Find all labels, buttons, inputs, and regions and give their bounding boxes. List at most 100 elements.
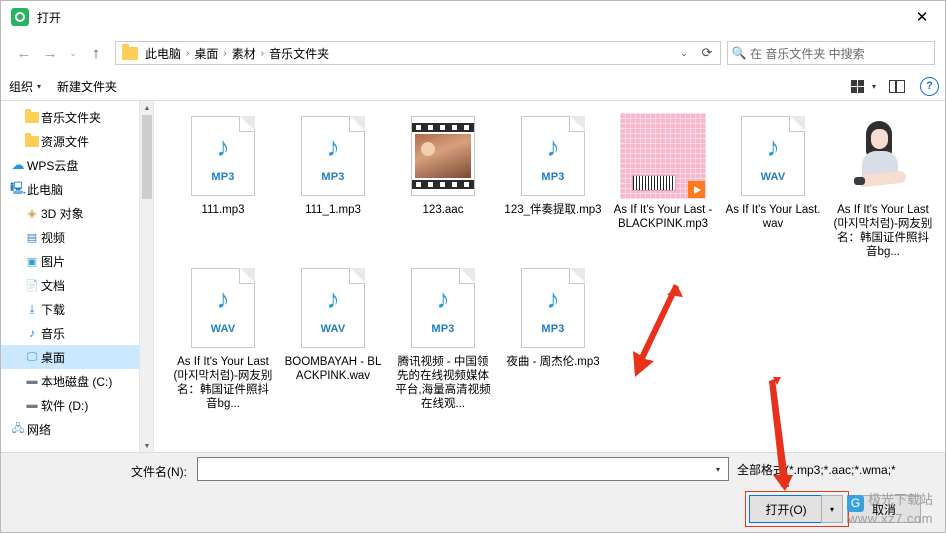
window-title: 打开 [37,9,61,26]
sidebar-item-desktop[interactable]: 🖵 桌面 [1,345,153,369]
file-item[interactable]: 123.aac [388,113,498,259]
breadcrumb-item-3[interactable]: 音乐文件夹 [267,45,331,62]
sidebar-item-downloads[interactable]: ⤓ 下载 [1,297,153,321]
dialog-body: 音乐文件夹 资源文件 ☁ WPS云盘 🖳 此电脑 ◈ 3D 对象 [1,101,945,453]
sidebar-item-wps-cloud[interactable]: ☁ WPS云盘 [1,153,153,177]
file-format-label: WAV [302,323,364,335]
logo-icon: G [847,495,864,512]
breadcrumb-item-2[interactable]: 素材 [230,45,258,62]
refresh-icon[interactable]: ⟳ [696,42,718,64]
scrollbar-thumb[interactable] [142,115,152,199]
picture-icon: ▣ [23,255,41,268]
wav-file-icon: ♪WAV [290,265,376,351]
sidebar-item-this-pc[interactable]: 🖳 此电脑 [1,177,153,201]
file-format-label: MP3 [302,171,364,183]
file-name: As If It's Your Last(마지막처럼)-网友别名：韩国证件照抖音… [173,355,273,411]
sidebar-scrollbar[interactable]: ▲ ▼ [139,101,153,453]
drive-icon: ▬ [23,399,41,411]
file-name: As If It's Your Last(마지막처럼)-网友别名：韩国证件照抖音… [833,203,933,259]
file-item[interactable]: ♪WAV BOOMBAYAH - BLACKPINK.wav [278,265,388,411]
video-icon: ▤ [23,231,41,244]
album-art-icon [620,113,706,199]
sidebar-item-music[interactable]: ♪ 音乐 [1,321,153,345]
sidebar-item-network[interactable]: 🖧 网络 [1,417,153,441]
new-folder-label: 新建文件夹 [57,78,117,95]
watermark-line-2: www.xz7.com [847,512,933,526]
forward-button[interactable]: → [37,40,63,66]
file-format-label: MP3 [192,171,254,183]
breadcrumb[interactable]: 此电脑 › 桌面 › 素材 › 音乐文件夹 ⌄ ⟳ [115,41,721,65]
grid-view-icon [851,80,864,93]
scroll-up-icon[interactable]: ▲ [140,101,154,115]
folder-icon [122,47,138,60]
file-type-filter[interactable]: 全部格式(*.mp3;*.aac;*.wma;* [737,457,923,481]
sidebar-item-resource-files[interactable]: 资源文件 [1,129,153,153]
file-item[interactable]: As If It's Your Last - BLACKPINK.mp3 [608,113,718,259]
file-item[interactable]: ♪WAV As If It's Your Last(마지막처럼)-网友别名：韩国… [168,265,278,411]
file-item[interactable]: ♪WAV As If It's Your Last.wav [718,113,828,259]
chevron-down-icon[interactable]: ▾ [708,458,728,480]
view-mode-button[interactable] [845,75,871,97]
search-input[interactable]: 🔍 在 音乐文件夹 中搜索 [727,41,935,65]
sidebar-item-software-d[interactable]: ▬ 软件 (D:) [1,393,153,417]
recent-locations-button[interactable]: ⌄ [63,40,83,66]
file-format-label: MP3 [412,323,474,335]
file-format-label: MP3 [522,171,584,183]
watermark: G极光下载站 www.xz7.com [847,493,933,526]
file-name: As If It's Your Last - BLACKPINK.mp3 [613,203,713,231]
chevron-down-icon[interactable]: ▾ [872,82,876,91]
search-placeholder: 在 音乐文件夹 中搜索 [750,45,865,62]
computer-icon: 🖳 [9,179,27,200]
music-icon: ♪ [23,326,41,340]
navigation-bar: ← → ⌄ ↑ 此电脑 › 桌面 › 素材 › 音乐文件夹 ⌄ ⟳ 🔍 在 音乐… [1,34,945,72]
file-item[interactable]: As If It's Your Last(마지막처럼)-网友别名：韩国证件照抖音… [828,113,938,259]
new-folder-button[interactable]: 新建文件夹 [57,78,117,95]
file-name: As If It's Your Last.wav [723,203,823,231]
file-item[interactable]: ♪MP3 腾讯视频 - 中国领先的在线视频媒体平台,海量高清视频在线观... [388,265,498,411]
cloud-icon: ☁ [9,157,27,173]
sidebar-item-local-disk-c[interactable]: ▬ 本地磁盘 (C:) [1,369,153,393]
cube-icon: ◈ [23,207,41,220]
file-grid: ♪MP3 111.mp3 ♪MP3 111_1.mp3 [168,113,945,417]
open-file-dialog: 打开 ✕ ← → ⌄ ↑ 此电脑 › 桌面 › 素材 › 音乐文件夹 ⌄ ⟳ 🔍… [0,0,946,533]
up-button[interactable]: ↑ [83,40,109,66]
sidebar-item-videos[interactable]: ▤ 视频 [1,225,153,249]
sidebar-item-music-folder[interactable]: 音乐文件夹 [1,105,153,129]
help-icon[interactable]: ? [920,77,939,96]
sidebar-item-label: 网络 [27,421,51,438]
filename-input[interactable]: ▾ [197,457,729,481]
breadcrumb-separator: › [220,48,229,59]
scroll-down-icon[interactable]: ▼ [140,439,154,453]
view-controls: ▾ ? [845,72,939,100]
file-item[interactable]: ♪MP3 111.mp3 [168,113,278,259]
command-bar: 组织 ▾ 新建文件夹 ▾ ? [1,72,945,101]
girl-illustration-icon [840,113,926,199]
document-icon: 📄 [23,279,41,292]
sidebar-item-label: 此电脑 [27,181,63,198]
breadcrumb-item-0[interactable]: 此电脑 [143,45,183,62]
file-item[interactable]: ♪MP3 111_1.mp3 [278,113,388,259]
sidebar-item-pictures[interactable]: ▣ 图片 [1,249,153,273]
sidebar-item-documents[interactable]: 📄 文档 [1,273,153,297]
sidebar-item-label: 图片 [41,253,65,270]
mp3-file-icon: ♪MP3 [180,113,266,199]
file-item[interactable]: ♪MP3 夜曲 - 周杰伦.mp3 [498,265,608,411]
organize-button[interactable]: 组织 ▾ [9,78,41,95]
sidebar-item-label: 资源文件 [41,133,89,150]
preview-pane-icon [889,80,905,93]
filename-label: 文件名(N): [131,463,187,480]
back-button[interactable]: ← [11,40,37,66]
preview-pane-button[interactable] [884,75,910,97]
close-icon[interactable]: ✕ [899,1,945,33]
network-icon: 🖧 [9,420,27,439]
file-item[interactable]: ♪MP3 123_伴奏提取.mp3 [498,113,608,259]
sidebar-item-3d-objects[interactable]: ◈ 3D 对象 [1,201,153,225]
chevron-down-icon[interactable]: ⌄ [674,42,694,64]
sidebar-item-label: WPS云盘 [27,157,78,174]
video-thumb-icon [400,113,486,199]
download-icon: ⤓ [23,302,41,317]
folder-icon [23,136,41,147]
file-list-pane[interactable]: ♪MP3 111.mp3 ♪MP3 111_1.mp3 [154,101,945,453]
breadcrumb-item-1[interactable]: 桌面 [192,45,220,62]
file-name: BOOMBAYAH - BLACKPINK.wav [283,355,383,383]
